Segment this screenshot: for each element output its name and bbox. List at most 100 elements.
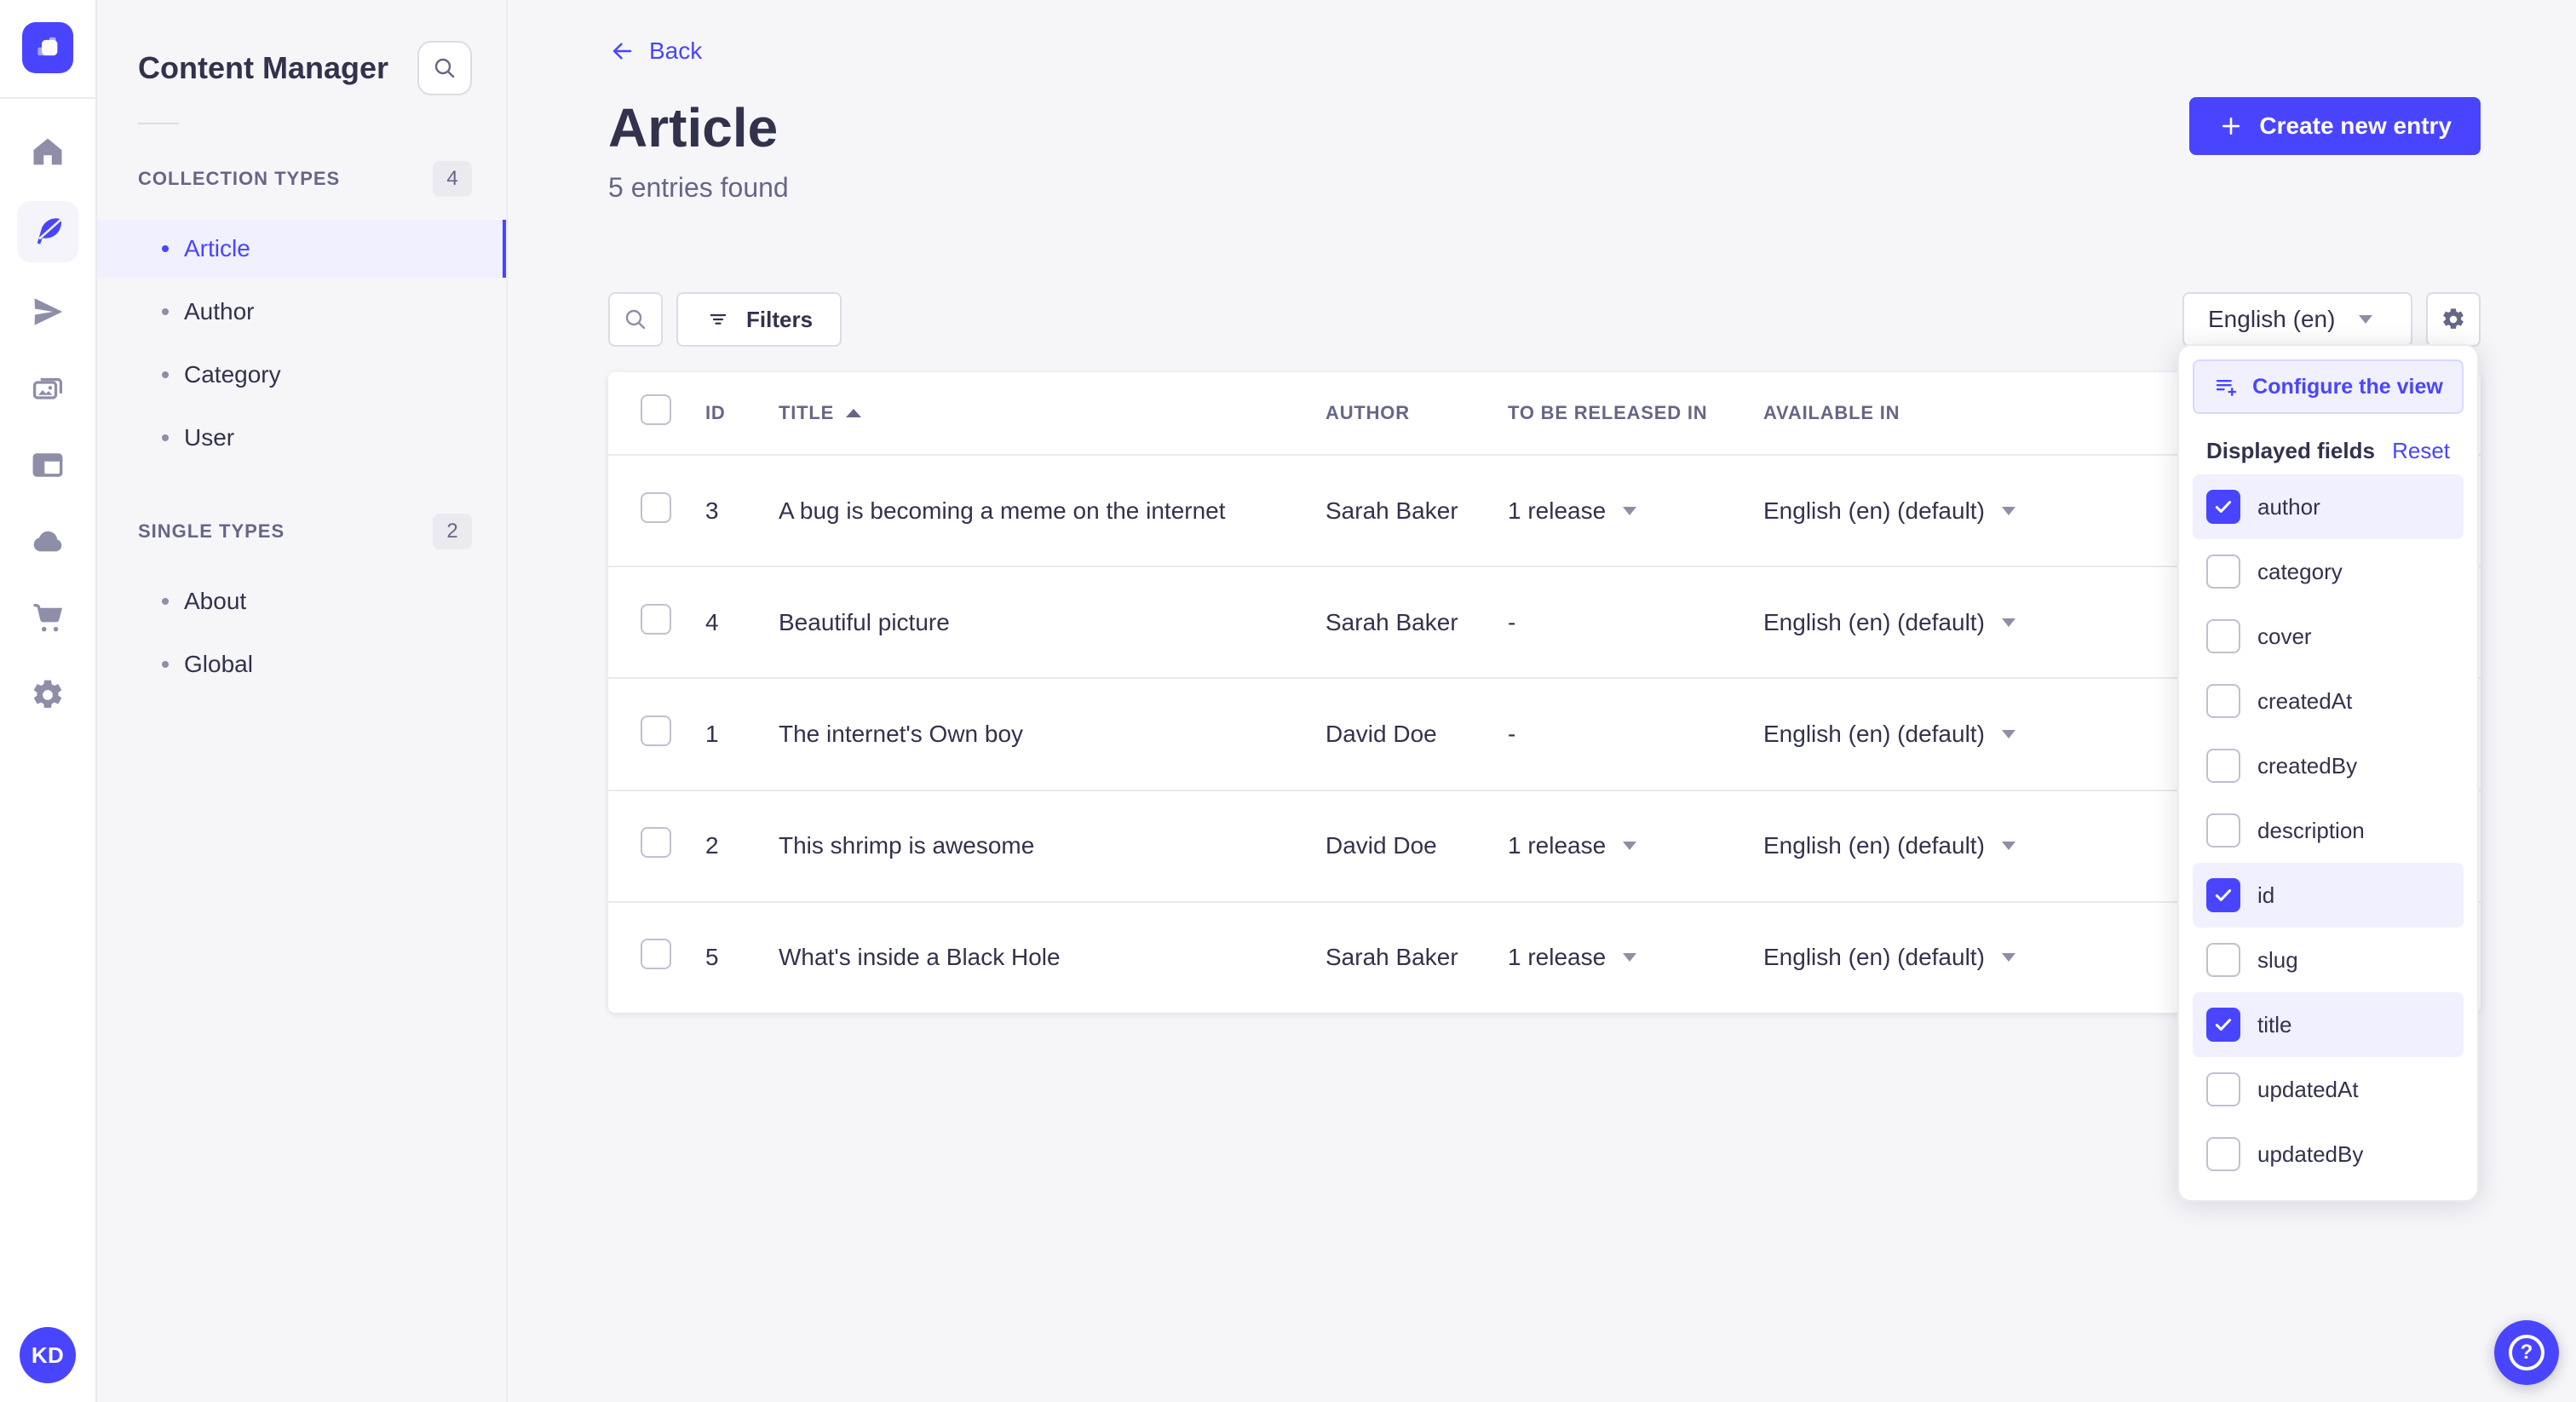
sidebar-item-article[interactable]: Article (97, 220, 506, 278)
cell-title: The internet's Own boy (779, 720, 1024, 747)
strapi-logo-icon (22, 22, 73, 73)
configure-the-view-button[interactable]: Configure the view (2193, 359, 2464, 414)
cell-title: Beautiful picture (779, 608, 950, 635)
create-new-entry-button[interactable]: Create new entry (2189, 97, 2481, 155)
checkbox[interactable] (2206, 1008, 2240, 1042)
displayed-fields-label: Displayed fields (2206, 438, 2375, 463)
row-checkbox[interactable] (641, 603, 671, 635)
row-checkbox[interactable] (641, 939, 671, 970)
back-link[interactable]: Back (608, 37, 702, 65)
checkbox[interactable] (2206, 619, 2240, 653)
cell-title: This shrimp is awesome (779, 832, 1035, 859)
user-avatar[interactable]: KD (20, 1327, 76, 1383)
column-header-title[interactable]: TITLE (779, 402, 1325, 424)
row-checkbox[interactable] (641, 491, 671, 523)
row-checkbox[interactable] (641, 715, 671, 746)
sidebar-item-label: About (184, 588, 247, 614)
subnav-search-button[interactable] (417, 41, 472, 95)
checkbox[interactable] (2206, 749, 2240, 783)
field-option-author[interactable]: author (2193, 474, 2464, 539)
view-settings-gear-button[interactable] (2426, 292, 2481, 347)
help-button[interactable]: ? (2494, 1320, 2559, 1385)
filters-button[interactable]: Filters (676, 292, 842, 347)
cell-released: - (1508, 608, 1516, 635)
checkbox[interactable] (2206, 490, 2240, 524)
sidebar-item-global[interactable]: Global (97, 635, 506, 693)
strapi-logo-glyph (37, 37, 58, 56)
field-option-description[interactable]: description (2193, 798, 2464, 863)
cloud-icon[interactable] (27, 521, 68, 562)
chevron-down-icon (2001, 729, 2015, 738)
filter-icon (710, 313, 727, 325)
sort-ascending-icon (846, 409, 862, 417)
field-option-createdAt[interactable]: createdAt (2193, 669, 2464, 733)
check-icon (2215, 1019, 2232, 1031)
locale-select[interactable]: English (en) (2182, 292, 2412, 347)
sidebar-item-label: Global (184, 651, 253, 677)
check-icon (2215, 501, 2232, 513)
cell-title: What's inside a Black Hole (779, 944, 1061, 971)
checkbox[interactable] (2206, 554, 2240, 589)
layout-icon[interactable] (27, 445, 68, 486)
sidebar-item-category[interactable]: Category (97, 346, 506, 404)
cart-icon[interactable] (27, 598, 68, 639)
sidebar-item-about[interactable]: About (97, 572, 506, 630)
media-icon[interactable] (27, 368, 68, 409)
single-types-section: SINGLE TYPES 2 About Global (97, 511, 506, 693)
field-option-category[interactable]: category (2193, 539, 2464, 604)
field-option-id[interactable]: id (2193, 863, 2464, 928)
bullet-icon (162, 598, 169, 605)
field-list: author category cover createdAt createdB… (2193, 474, 2464, 1187)
main-nav-rail: KD (0, 0, 97, 1402)
cell-released[interactable]: 1 release (1508, 832, 1763, 859)
chevron-down-icon (2001, 842, 2015, 851)
collection-types-section: COLLECTION TYPES 4 Article Author Catego… (97, 158, 506, 467)
cell-author: David Doe (1325, 720, 1437, 747)
cell-author: Sarah Baker (1325, 497, 1458, 524)
cell-author: David Doe (1325, 832, 1437, 859)
sidebar-item-user[interactable]: User (97, 409, 506, 467)
section-count-badge: 2 (433, 514, 472, 549)
entries-count: 5 entries found (608, 172, 789, 203)
reset-button[interactable]: Reset (2392, 438, 2450, 464)
checkbox[interactable] (2206, 684, 2240, 718)
cell-title: A bug is becoming a meme on the internet (779, 497, 1226, 524)
table-search-button[interactable] (608, 292, 663, 347)
checkbox[interactable] (2206, 1137, 2240, 1171)
field-option-cover[interactable]: cover (2193, 604, 2464, 669)
sidebar-item-label: Author (184, 298, 255, 325)
sidebar-item-author[interactable]: Author (97, 283, 506, 341)
home-icon[interactable] (27, 131, 68, 172)
column-header-id: ID (705, 402, 726, 423)
cell-released: - (1508, 720, 1516, 747)
cell-id: 1 (705, 720, 719, 747)
chevron-down-icon (2359, 315, 2373, 324)
field-option-updatedBy[interactable]: updatedBy (2193, 1122, 2464, 1187)
list-plus-icon (2216, 379, 2237, 396)
cell-released[interactable]: 1 release (1508, 497, 1763, 525)
checkbox[interactable] (2206, 813, 2240, 848)
field-option-slug[interactable]: slug (2193, 928, 2464, 992)
view-settings-popover: Configure the view Displayed fields Rese… (2177, 344, 2479, 1202)
field-option-title[interactable]: title (2193, 992, 2464, 1057)
gear-icon[interactable] (27, 675, 68, 715)
column-header-author: AUTHOR (1325, 402, 1410, 423)
field-option-updatedAt[interactable]: updatedAt (2193, 1057, 2464, 1122)
search-icon (434, 58, 455, 78)
feather-icon[interactable] (17, 201, 78, 262)
select-all-checkbox[interactable] (641, 394, 671, 425)
gear-icon (2443, 308, 2464, 329)
checkbox[interactable] (2206, 878, 2240, 912)
bullet-icon (162, 245, 169, 252)
field-option-createdBy[interactable]: createdBy (2193, 733, 2464, 798)
cell-id: 3 (705, 497, 719, 524)
cell-released[interactable]: 1 release (1508, 944, 1763, 971)
sidebar-item-label: User (184, 424, 235, 451)
check-icon (2215, 889, 2232, 901)
checkbox[interactable] (2206, 943, 2240, 977)
chevron-down-icon (2001, 953, 2015, 962)
section-count-badge: 4 (433, 161, 472, 197)
row-checkbox[interactable] (641, 827, 671, 859)
checkbox[interactable] (2206, 1072, 2240, 1106)
paper-plane-icon[interactable] (27, 291, 68, 332)
